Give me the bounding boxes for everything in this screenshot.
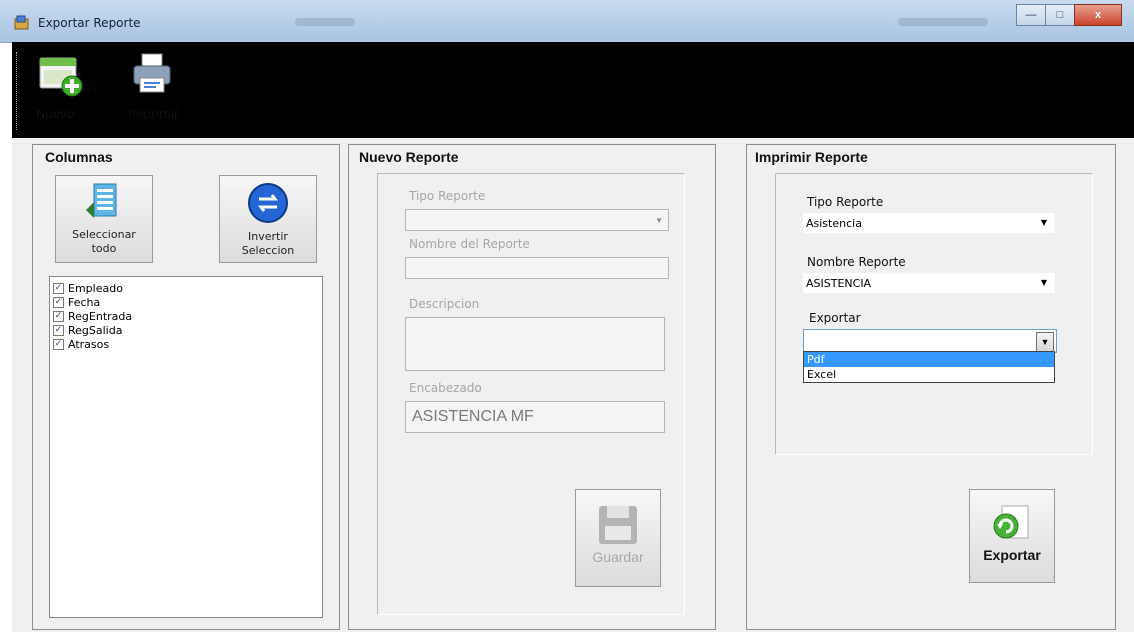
nuevo-reporte-panel: Nuevo Reporte Tipo Reporte ▼ Nombre del …: [348, 144, 716, 630]
nombre-reporte-label: Nombre Reporte: [807, 255, 906, 269]
tipo-reporte-label: Tipo Reporte: [807, 195, 884, 209]
columnas-listbox[interactable]: ✓ Empleado ✓ Fecha ✓ RegEntrada ✓ RegSalida …: [49, 276, 323, 618]
imprimir-label: Imprimir: [128, 107, 180, 121]
tipo-reporte-label: Tipo Reporte: [409, 189, 486, 203]
list-item[interactable]: ✓ RegSalida: [50, 323, 322, 337]
list-item-label: Empleado: [68, 281, 123, 295]
new-report-icon: [39, 57, 83, 97]
exportar-combo[interactable]: ▼: [803, 329, 1057, 353]
list-item-label: Fecha: [68, 295, 101, 309]
columnas-list: ✓ Empleado ✓ Fecha ✓ RegEntrada ✓ RegSalida …: [50, 277, 322, 351]
title-blur: [898, 18, 988, 26]
nuevo-label: Nuevo: [36, 107, 75, 121]
title-blur: [295, 18, 355, 26]
chevron-down-icon: ▼: [1040, 218, 1047, 227]
list-item-label: RegSalida: [68, 323, 123, 337]
descripcion-input[interactable]: [405, 317, 665, 371]
chevron-down-icon: ▼: [1040, 278, 1047, 287]
dropdown-option-excel[interactable]: Excel: [804, 367, 1054, 382]
swap-icon: [248, 183, 288, 223]
window-title: Exportar Reporte: [38, 16, 141, 30]
imprimir-reporte-panel: Imprimir Reporte Tipo Reporte Asistencia…: [746, 144, 1116, 630]
close-button[interactable]: x: [1074, 4, 1122, 26]
descripcion-label: Descripcion: [409, 297, 480, 311]
floppy-disk-icon: [599, 506, 637, 544]
nuevo-reporte-title: Nuevo Reporte: [359, 149, 459, 165]
window-titlebar: Exportar Reporte — □ x: [0, 0, 1134, 43]
imprimir-reporte-title: Imprimir Reporte: [755, 149, 868, 165]
columnas-panel: Columnas Seleccionar todo Invertir Selec…: [32, 144, 340, 630]
checkbox[interactable]: ✓: [53, 296, 64, 308]
nombre-reporte-label: Nombre del Reporte: [409, 237, 530, 251]
dropdown-option-pdf[interactable]: Pdf: [804, 352, 1054, 367]
window-controls: — □ x: [1016, 4, 1122, 26]
select-all-button[interactable]: Seleccionar todo: [55, 175, 153, 263]
select-all-icon: [86, 183, 117, 218]
list-item[interactable]: ✓ RegEntrada: [50, 309, 322, 323]
guardar-label: Guardar: [592, 549, 644, 565]
toolbar-grip[interactable]: [16, 52, 20, 130]
exportar-button-label: Exportar: [983, 547, 1041, 563]
maximize-button[interactable]: □: [1045, 4, 1075, 26]
columnas-title: Columnas: [45, 149, 113, 165]
encabezado-input[interactable]: ASISTENCIA MF: [405, 401, 665, 433]
tipo-reporte-combo[interactable]: Asistencia ▼: [803, 213, 1055, 233]
checkbox[interactable]: ✓: [53, 310, 64, 322]
app-icon: [14, 15, 29, 30]
imprimir-button[interactable]: Imprimir: [128, 50, 179, 121]
guardar-button[interactable]: Guardar: [575, 489, 661, 587]
list-item[interactable]: ✓ Atrasos: [50, 337, 322, 351]
minimize-button[interactable]: —: [1016, 4, 1046, 26]
nombre-reporte-input[interactable]: [405, 257, 669, 279]
list-item-label: RegEntrada: [68, 309, 133, 323]
exportar-label: Exportar: [809, 311, 861, 325]
tipo-reporte-value: Asistencia: [806, 217, 862, 230]
nombre-reporte-combo[interactable]: ASISTENCIA ▼: [803, 273, 1055, 293]
list-item[interactable]: ✓ Fecha: [50, 295, 322, 309]
list-item-label: Atrasos: [68, 337, 110, 351]
encabezado-value: ASISTENCIA MF: [412, 408, 534, 425]
nuevo-button[interactable]: Nuevo: [36, 50, 84, 121]
chevron-down-icon: ▼: [655, 216, 663, 225]
chevron-down-icon[interactable]: ▼: [1036, 332, 1054, 352]
select-all-label: Seleccionar todo: [72, 228, 136, 255]
export-icon: [993, 505, 1029, 539]
invert-selection-label: Invertir Seleccion: [241, 230, 295, 257]
checkbox[interactable]: ✓: [53, 324, 64, 336]
checkbox[interactable]: ✓: [53, 282, 64, 294]
toolbar: Nuevo Imprimir: [12, 42, 1134, 138]
encabezado-label: Encabezado: [409, 381, 482, 395]
exportar-dropdown-list: Pdf Excel: [803, 351, 1055, 383]
nombre-reporte-value: ASISTENCIA: [806, 277, 872, 290]
exportar-button[interactable]: Exportar: [969, 489, 1055, 583]
printer-icon: [133, 53, 171, 93]
client-area: Columnas Seleccionar todo Invertir Selec…: [12, 138, 1134, 632]
checkbox[interactable]: ✓: [53, 338, 64, 350]
invert-selection-button[interactable]: Invertir Seleccion: [219, 175, 317, 263]
list-item[interactable]: ✓ Empleado: [50, 281, 322, 295]
tipo-reporte-combo[interactable]: ▼: [405, 209, 669, 231]
